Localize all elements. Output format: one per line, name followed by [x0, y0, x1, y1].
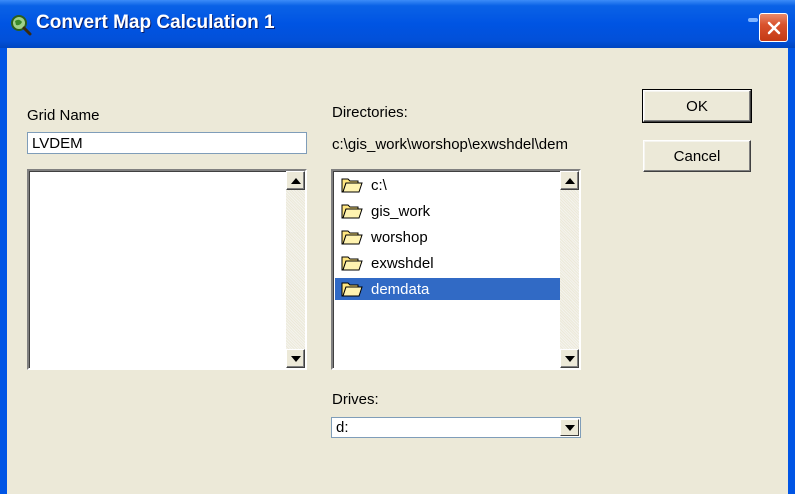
map-magnifier-icon [11, 15, 32, 36]
ok-button[interactable]: OK [642, 89, 752, 123]
dialog-window: Convert Map Calculation 1 Grid Name LVDE… [0, 0, 795, 494]
grid-name-input[interactable]: LVDEM [27, 132, 307, 154]
directory-item[interactable]: gis_work [335, 200, 575, 222]
dialog-body: Grid Name LVDEM Directories: c:\gis_work… [7, 48, 788, 494]
window-title: Convert Map Calculation 1 [36, 12, 275, 33]
chevron-up-icon [290, 177, 301, 184]
close-icon [767, 21, 780, 34]
chevron-down-icon [564, 424, 575, 431]
drives-selected-value: d: [336, 419, 349, 436]
directory-item[interactable]: demdata [335, 278, 575, 300]
directory-item[interactable]: exwshdel [335, 252, 575, 274]
scroll-up-button[interactable] [286, 171, 305, 190]
scroll-down-button[interactable] [560, 349, 579, 368]
chevron-down-icon [290, 355, 301, 362]
directories-label: Directories: [332, 104, 408, 121]
folder-open-icon [341, 230, 363, 245]
cancel-button[interactable]: Cancel [643, 140, 751, 172]
scroll-down-button[interactable] [286, 349, 305, 368]
title-bar[interactable]: Convert Map Calculation 1 [0, 0, 795, 48]
close-button[interactable] [759, 13, 788, 42]
folder-open-icon [341, 204, 363, 219]
drives-select[interactable]: d: [331, 417, 581, 438]
directories-list-scrollbar[interactable] [560, 171, 579, 368]
drives-dropdown-button[interactable] [560, 419, 579, 436]
directory-item-label: gis_work [371, 202, 431, 220]
drives-label: Drives: [332, 391, 379, 408]
grid-list-scrollbar[interactable] [286, 171, 305, 368]
current-directory-path: c:\gis_work\worshop\exwshdel\dem [332, 136, 568, 153]
folder-open-icon [341, 282, 363, 297]
folder-open-icon [341, 178, 363, 193]
directory-item-label: worshop [371, 228, 428, 246]
directory-item-label: exwshdel [371, 254, 434, 272]
directory-item[interactable]: worshop [335, 226, 575, 248]
directories-list[interactable]: c:\ gis_workworshop exwshdel demdata [331, 169, 581, 370]
folder-open-icon [341, 256, 363, 271]
directory-item-label: demdata [371, 280, 430, 298]
grid-name-label: Grid Name [27, 107, 100, 124]
titlebar-marker [748, 18, 758, 22]
chevron-down-icon [564, 355, 575, 362]
directory-item[interactable]: c:\ [335, 174, 575, 196]
scroll-up-button[interactable] [560, 171, 579, 190]
chevron-up-icon [564, 177, 575, 184]
grid-list[interactable] [27, 169, 307, 370]
directory-item-label: c:\ [371, 176, 387, 194]
